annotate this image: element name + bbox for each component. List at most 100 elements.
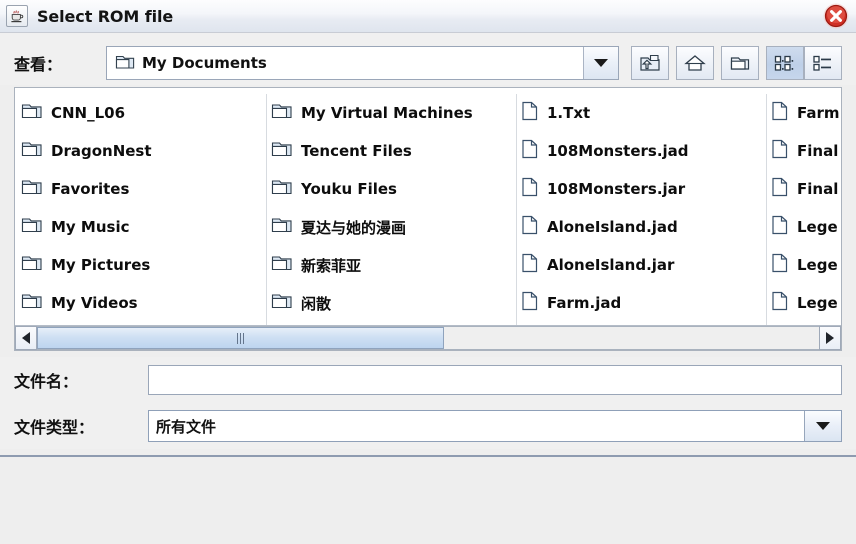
file-icon xyxy=(771,139,789,163)
folder-icon xyxy=(271,140,293,162)
filetype-row: 文件类型： 所有文件 xyxy=(0,403,856,449)
file-list-columns: CNN_L06 DragonNest Favorites My Music My… xyxy=(15,88,841,326)
list-item[interactable]: Favorites xyxy=(17,170,260,208)
new-folder-icon xyxy=(730,57,750,70)
list-item[interactable]: 1.Txt xyxy=(517,94,760,132)
file-icon xyxy=(521,101,539,125)
folder-icon xyxy=(21,216,43,238)
list-item-label: AloneIsland.jar xyxy=(547,256,675,274)
list-item-label: 1.Txt xyxy=(547,104,591,122)
file-icon xyxy=(771,215,789,239)
file-icon xyxy=(521,215,539,239)
horizontal-scrollbar[interactable] xyxy=(15,325,841,350)
list-item[interactable]: My Pictures xyxy=(17,246,260,284)
bottom-button-area xyxy=(0,457,856,479)
file-list-column: CNN_L06 DragonNest Favorites My Music My… xyxy=(17,94,267,326)
file-list-panel[interactable]: CNN_L06 DragonNest Favorites My Music My… xyxy=(14,87,842,351)
list-item[interactable]: Youku Files xyxy=(267,170,510,208)
list-item[interactable]: CNN_L06 xyxy=(17,94,260,132)
file-list-column: 1.Txt 108Monsters.jad 108Monsters.jar Al… xyxy=(517,94,767,326)
close-icon[interactable] xyxy=(821,1,851,31)
list-item[interactable]: 108Monsters.jar xyxy=(517,170,760,208)
list-item-label: 108Monsters.jar xyxy=(547,180,686,198)
list-item[interactable]: Lege xyxy=(767,246,841,284)
scroll-right-button[interactable] xyxy=(819,326,841,350)
list-item[interactable]: Tencent Files xyxy=(267,132,510,170)
folder-icon xyxy=(115,53,135,74)
list-view-icon xyxy=(774,55,794,71)
file-list-column: Farm Final Final Lege Lege Lege xyxy=(767,94,841,326)
list-item-label: 新索菲亚 xyxy=(301,256,362,275)
list-item[interactable]: 闲散 xyxy=(267,284,510,322)
list-item[interactable]: My Music xyxy=(17,208,260,246)
list-item[interactable]: AloneIsland.jar xyxy=(517,246,760,284)
up-folder-icon xyxy=(640,54,660,71)
list-item-label: My Virtual Machines xyxy=(301,104,473,122)
file-chooser-dialog: Select ROM file 查看： My Documents CNN_L06… xyxy=(0,0,856,544)
list-item-label: 闲散 xyxy=(301,294,332,313)
file-icon xyxy=(771,101,789,125)
list-item-label: DragonNest xyxy=(51,142,152,160)
scroll-left-button[interactable] xyxy=(15,326,37,350)
filetype-value: 所有文件 xyxy=(156,417,217,436)
filename-input[interactable] xyxy=(148,365,842,395)
lookin-combobox-value: My Documents xyxy=(107,53,583,74)
list-item[interactable]: 新索菲亚 xyxy=(267,246,510,284)
filetype-combobox[interactable]: 所有文件 xyxy=(148,410,842,442)
file-icon xyxy=(521,139,539,163)
file-icon xyxy=(771,253,789,277)
folder-icon xyxy=(271,102,293,124)
view-toolbar xyxy=(631,46,842,80)
filetype-label: 文件类型： xyxy=(14,418,95,437)
list-item-label: Lege xyxy=(797,256,838,274)
details-view-icon xyxy=(813,55,831,71)
list-item[interactable]: DragonNest xyxy=(17,132,260,170)
new-folder-button[interactable] xyxy=(721,46,759,80)
folder-icon xyxy=(21,292,43,314)
file-icon xyxy=(771,291,789,315)
filename-row: 文件名： xyxy=(0,357,856,403)
file-list-column: My Virtual Machines Tencent Files Youku … xyxy=(267,94,517,326)
list-item[interactable]: 108Monsters.jad xyxy=(517,132,760,170)
file-icon xyxy=(771,177,789,201)
details-view-button[interactable] xyxy=(804,46,842,80)
folder-icon xyxy=(271,292,293,314)
list-item[interactable]: Final xyxy=(767,132,841,170)
lookin-row: 查看： My Documents xyxy=(0,41,856,85)
list-item[interactable]: AloneIsland.jad xyxy=(517,208,760,246)
list-item-label: Final xyxy=(797,180,839,198)
scrollbar-thumb[interactable] xyxy=(37,327,444,349)
list-view-button[interactable] xyxy=(766,46,804,80)
folder-icon xyxy=(21,140,43,162)
list-item[interactable]: Final xyxy=(767,170,841,208)
list-item[interactable]: My Videos xyxy=(17,284,260,322)
home-button[interactable] xyxy=(676,46,714,80)
folder-icon xyxy=(271,254,293,276)
titlebar: Select ROM file xyxy=(0,0,856,33)
filetype-combobox-arrow[interactable] xyxy=(804,411,841,441)
list-item-label: Farm xyxy=(797,104,840,122)
filename-label: 文件名： xyxy=(14,372,79,391)
folder-icon xyxy=(271,216,293,238)
list-item-label: CNN_L06 xyxy=(51,104,126,122)
list-item-label: Final xyxy=(797,142,839,160)
list-item-label: 108Monsters.jad xyxy=(547,142,689,160)
up-one-level-button[interactable] xyxy=(631,46,669,80)
list-item-label: 夏达与她的漫画 xyxy=(301,218,407,237)
file-icon xyxy=(521,253,539,277)
folder-icon xyxy=(21,254,43,276)
list-item[interactable]: Lege xyxy=(767,208,841,246)
folder-icon xyxy=(21,178,43,200)
list-item[interactable]: 夏达与她的漫画 xyxy=(267,208,510,246)
list-item-label: Tencent Files xyxy=(301,142,412,160)
lookin-combobox[interactable]: My Documents xyxy=(106,46,619,80)
list-item[interactable]: Farm xyxy=(767,94,841,132)
folder-icon xyxy=(21,102,43,124)
list-item[interactable]: Lege xyxy=(767,284,841,322)
lookin-combobox-arrow[interactable] xyxy=(583,47,618,79)
list-item[interactable]: Farm.jad xyxy=(517,284,760,322)
list-item[interactable]: My Virtual Machines xyxy=(267,94,510,132)
file-icon xyxy=(521,177,539,201)
scrollbar-track[interactable] xyxy=(37,326,819,350)
chevron-down-icon xyxy=(594,59,608,67)
